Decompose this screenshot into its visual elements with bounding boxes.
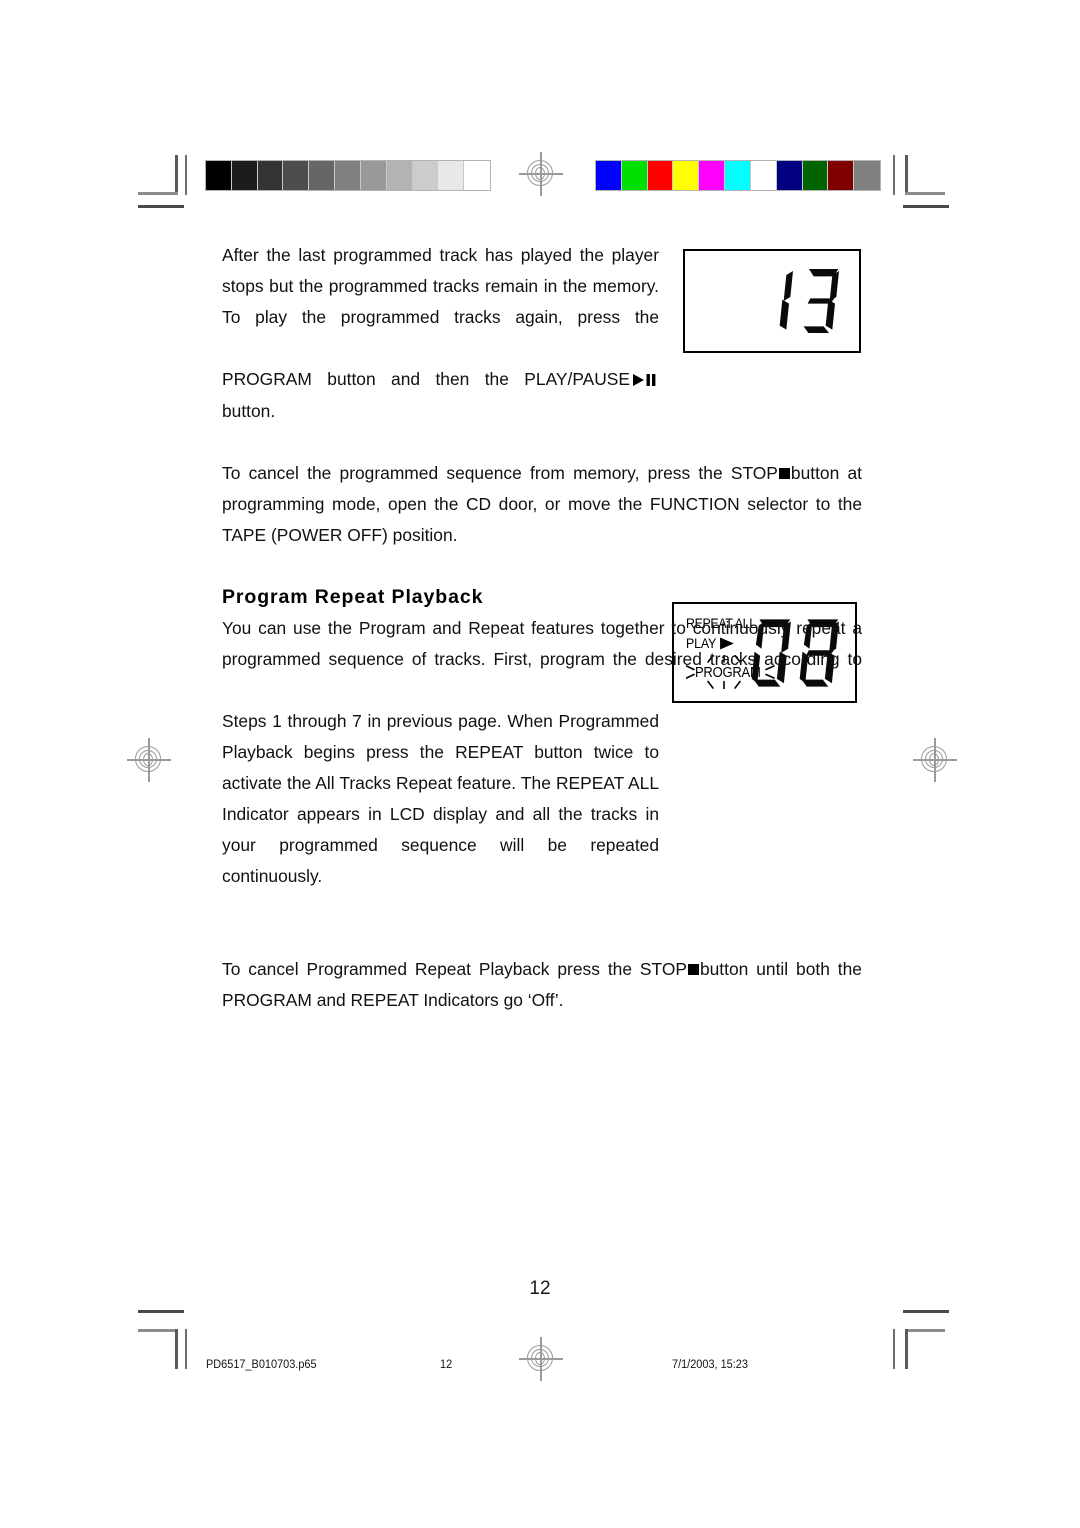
paragraph-1-tail-text: PROGRAM button and then the PLAY/PAUSE: [222, 369, 630, 389]
section-heading: Program Repeat Playback: [222, 586, 484, 608]
paragraph-1-tail-text-2: button.: [222, 401, 276, 421]
paragraph-3-text: You can use the Program and Repeat featu…: [222, 618, 862, 669]
crop-tick-top-right: [893, 155, 895, 195]
crop-dash-top-right: [903, 205, 949, 208]
play-pause-icon: [633, 365, 657, 396]
crop-mark-bottom-right: [905, 1329, 945, 1369]
crop-tick-top-left: [185, 155, 187, 195]
footer-file-name: PD6517_B010703.p65: [206, 1359, 317, 1371]
stop-square-icon: [778, 468, 790, 479]
calibration-swatch: [776, 161, 803, 190]
crop-mark-bottom-left: [138, 1329, 178, 1369]
calibration-swatch: [257, 161, 284, 190]
footer-timestamp: 7/1/2003, 15:23: [672, 1359, 748, 1371]
registration-mark-right-middle: [913, 738, 957, 782]
paragraph-5: To cancel Programmed Repeat Playback pre…: [222, 954, 862, 1016]
paragraph-5-text-a: To cancel Programmed Repeat Playback pre…: [222, 959, 687, 979]
crop-tick-bottom-left: [185, 1329, 187, 1369]
paragraph-4-text: Steps 1 through 7 in previous page. When…: [222, 711, 659, 886]
calibration-swatch: [750, 161, 777, 190]
crop-tick-bottom-right: [893, 1329, 895, 1369]
calibration-swatch: [231, 161, 258, 190]
crop-dash-top-left: [138, 205, 184, 208]
paragraph-2: To cancel the programmed sequence from m…: [222, 458, 862, 551]
crop-dash-bottom-left: [138, 1310, 184, 1313]
calibration-swatch: [725, 161, 751, 190]
color-calibration-bar: [595, 160, 881, 191]
calibration-swatch: [309, 161, 336, 190]
calibration-swatch: [647, 161, 674, 190]
calibration-swatch: [596, 161, 622, 190]
page-number: 12: [529, 1278, 551, 1299]
paragraph-1: After the last programmed track has play…: [222, 240, 659, 427]
calibration-swatch: [828, 161, 855, 190]
calibration-swatch: [621, 161, 648, 190]
calibration-swatch: [412, 161, 439, 190]
registration-mark-top-center: [519, 152, 563, 196]
crop-mark-top-left: [138, 155, 178, 195]
registration-mark-bottom-center: [519, 1337, 563, 1381]
calibration-swatch: [206, 161, 232, 190]
calibration-swatch: [673, 161, 700, 190]
calibration-swatch: [360, 161, 387, 190]
crop-dash-bottom-right: [903, 1310, 949, 1313]
paragraph-1-tail: PROGRAM button and then the PLAY/PAUSE bu…: [222, 369, 659, 421]
calibration-swatch: [699, 161, 726, 190]
paragraph-3: You can use the Program and Repeat featu…: [222, 613, 862, 706]
page-content: After the last programmed track has play…: [222, 240, 862, 1016]
calibration-swatch: [464, 161, 490, 190]
paragraph-1-text: After the last programmed track has play…: [222, 245, 659, 327]
registration-mark-left-middle: [127, 738, 171, 782]
paragraph-2-text-a: To cancel the programmed sequence from m…: [222, 463, 778, 483]
calibration-swatch: [854, 161, 880, 190]
calibration-swatch: [335, 161, 361, 190]
paragraph-4-block: Steps 1 through 7 in previous page. When…: [222, 706, 659, 923]
grayscale-calibration-bar: [205, 160, 491, 191]
calibration-swatch: [802, 161, 829, 190]
crop-mark-top-right: [905, 155, 945, 195]
stop-square-icon-2: [687, 964, 699, 975]
calibration-swatch: [283, 161, 310, 190]
footer-page: 12: [440, 1359, 453, 1371]
paragraph-1-block: After the last programmed track has play…: [222, 240, 659, 427]
paragraph-4: Steps 1 through 7 in previous page. When…: [222, 706, 659, 923]
calibration-swatch: [438, 161, 465, 190]
calibration-swatch: [386, 161, 413, 190]
